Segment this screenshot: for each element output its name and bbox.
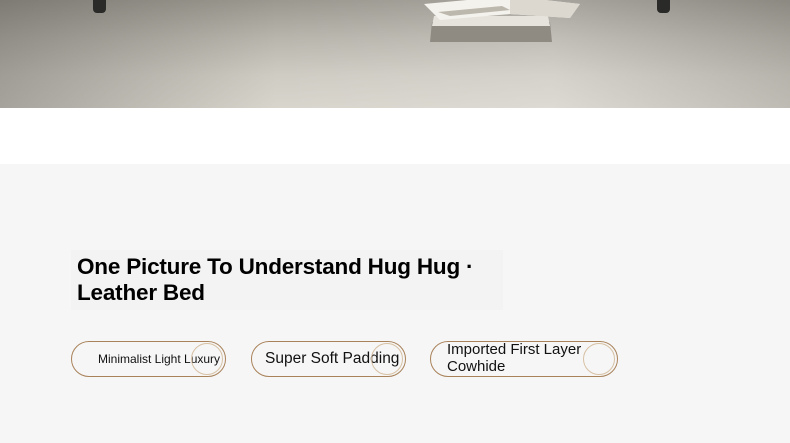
photo-lighting xyxy=(0,0,790,108)
section-title: One Picture To Understand Hug Hug · Leat… xyxy=(71,250,503,310)
feature-tag-minimalist: Minimalist Light Luxury xyxy=(71,341,226,377)
feature-tag-cowhide: Imported First Layer Cowhide xyxy=(430,341,618,377)
bed-leg-right xyxy=(657,0,670,13)
books-on-floor-illustration xyxy=(424,0,580,42)
decorative-circle-icon xyxy=(191,343,223,375)
hero-product-photo xyxy=(0,0,790,108)
bed-leg-left xyxy=(93,0,106,13)
decorative-circle-icon xyxy=(371,343,403,375)
decorative-circle-icon xyxy=(583,343,615,375)
feature-tag-padding: Super Soft Padding xyxy=(251,341,406,377)
white-spacer-band xyxy=(0,108,790,164)
